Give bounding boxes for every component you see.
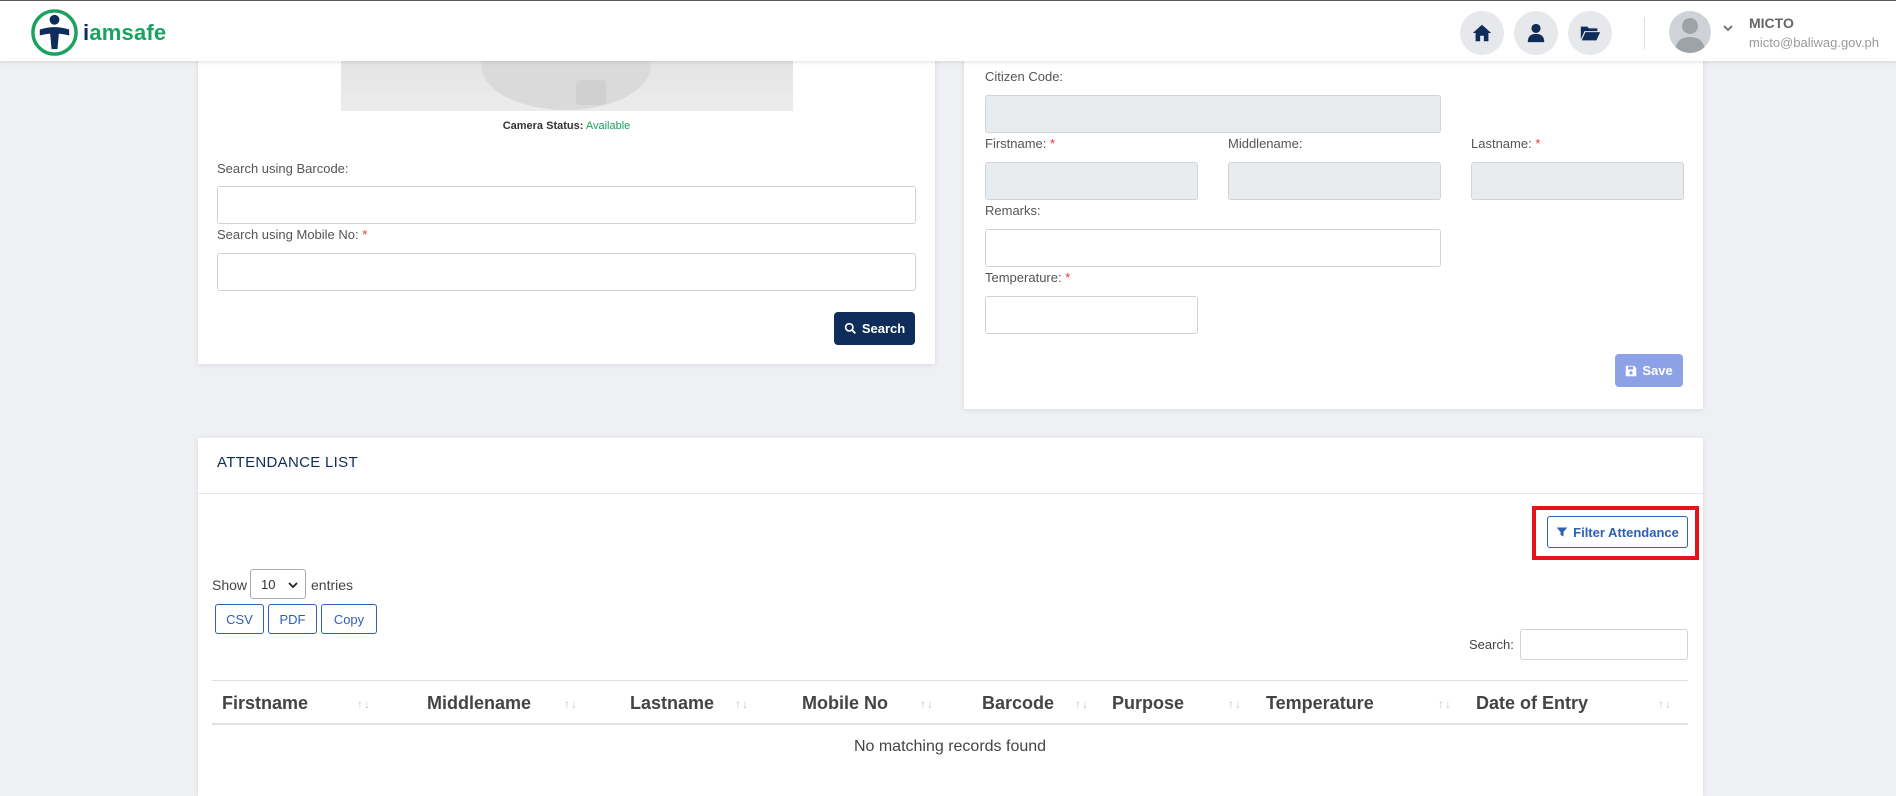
copy-button[interactable]: Copy xyxy=(321,604,377,634)
save-button[interactable]: Save xyxy=(1615,354,1683,387)
citizen-code-field xyxy=(985,95,1441,133)
camera-status: Camera Status: Available xyxy=(502,120,631,132)
sort-icon[interactable]: ↑↓ xyxy=(735,697,749,711)
user-name: MICTO xyxy=(1749,15,1794,31)
sort-icon[interactable]: ↑↓ xyxy=(564,697,578,711)
nav-folder-button[interactable] xyxy=(1568,11,1612,55)
show-label: Show xyxy=(212,577,248,593)
floppy-disk-icon xyxy=(1626,365,1637,376)
sort-icon[interactable]: ↑↓ xyxy=(1438,697,1452,711)
logo-mark-icon xyxy=(31,9,78,56)
lastname-field xyxy=(1471,162,1684,200)
firstname-label: Firstname: * xyxy=(985,136,1056,151)
table-search-label: Search: xyxy=(1469,637,1514,652)
middlename-label: Middlename: xyxy=(1228,136,1303,151)
column-purpose[interactable]: Purpose xyxy=(1112,693,1184,714)
entries-label: entries xyxy=(311,577,354,593)
column-lastname[interactable]: Lastname xyxy=(630,693,714,714)
navbar-divider xyxy=(1644,17,1645,49)
nav-profile-button[interactable] xyxy=(1514,11,1558,55)
sort-icon[interactable]: ↑↓ xyxy=(1228,697,1242,711)
barcode-input[interactable] xyxy=(217,186,916,224)
brand-logo[interactable]: iamsafe xyxy=(30,8,166,57)
column-barcode[interactable]: Barcode xyxy=(982,693,1054,714)
mobile-input[interactable] xyxy=(217,253,916,291)
brand-name: iamsafe xyxy=(83,19,167,45)
citizen-card: Citizen Code: Firstname: * Middlename: L… xyxy=(964,50,1703,409)
citizen-code-label: Citizen Code: xyxy=(985,69,1064,84)
nav-home-button[interactable] xyxy=(1460,11,1504,55)
remarks-label: Remarks: xyxy=(985,203,1041,218)
column-middlename[interactable]: Middlename xyxy=(427,693,531,714)
search-button[interactable]: Search xyxy=(834,312,915,345)
sort-icon[interactable]: ↑↓ xyxy=(1075,697,1089,711)
chevron-down-icon[interactable] xyxy=(1721,21,1735,35)
firstname-field xyxy=(985,162,1198,200)
page-size-select[interactable]: 10 xyxy=(250,569,306,599)
sort-icon[interactable]: ↑↓ xyxy=(920,697,934,711)
avatar[interactable] xyxy=(1669,11,1711,53)
top-navbar: iamsafe MICTO micto@baliwag.gov.ph xyxy=(0,0,1896,61)
filter-attendance-button[interactable]: Filter Attendance xyxy=(1547,516,1688,548)
table-search-input[interactable] xyxy=(1520,629,1688,660)
middlename-field xyxy=(1228,162,1441,200)
attendance-table-header: Firstname ↑↓ Middlename ↑↓ Lastname ↑↓ M… xyxy=(212,680,1688,725)
home-icon xyxy=(1472,24,1492,42)
attendance-title: ATTENDANCE LIST xyxy=(217,454,358,471)
column-temperature[interactable]: Temperature xyxy=(1266,693,1374,714)
pdf-button[interactable]: PDF xyxy=(268,604,317,634)
filter-icon xyxy=(1556,527,1568,537)
user-icon xyxy=(1527,23,1545,43)
search-icon xyxy=(844,322,856,335)
attendance-header-divider xyxy=(198,493,1703,494)
column-mobile-no[interactable]: Mobile No xyxy=(802,693,888,714)
csv-button[interactable]: CSV xyxy=(215,604,264,634)
remarks-input[interactable] xyxy=(985,229,1441,267)
empty-table-message: No matching records found xyxy=(853,738,1047,755)
barcode-label: Search using Barcode: xyxy=(217,161,349,176)
sort-icon[interactable]: ↑↓ xyxy=(357,697,371,711)
column-date-of-entry[interactable]: Date of Entry xyxy=(1476,693,1588,714)
user-email: micto@baliwag.gov.ph xyxy=(1749,35,1880,50)
sort-icon[interactable]: ↑↓ xyxy=(1658,697,1672,711)
search-card: Camera Status: Available Search using Ba… xyxy=(198,50,935,364)
lastname-label: Lastname: * xyxy=(1471,136,1541,151)
avatar-silhouette-icon xyxy=(1675,18,1705,53)
column-firstname[interactable]: Firstname xyxy=(222,693,308,714)
mobile-label: Search using Mobile No: * xyxy=(217,227,368,242)
folder-open-icon xyxy=(1580,26,1601,41)
temperature-label: Temperature: * xyxy=(985,270,1071,285)
temperature-input[interactable] xyxy=(985,296,1198,334)
chevron-down-icon xyxy=(288,582,298,589)
